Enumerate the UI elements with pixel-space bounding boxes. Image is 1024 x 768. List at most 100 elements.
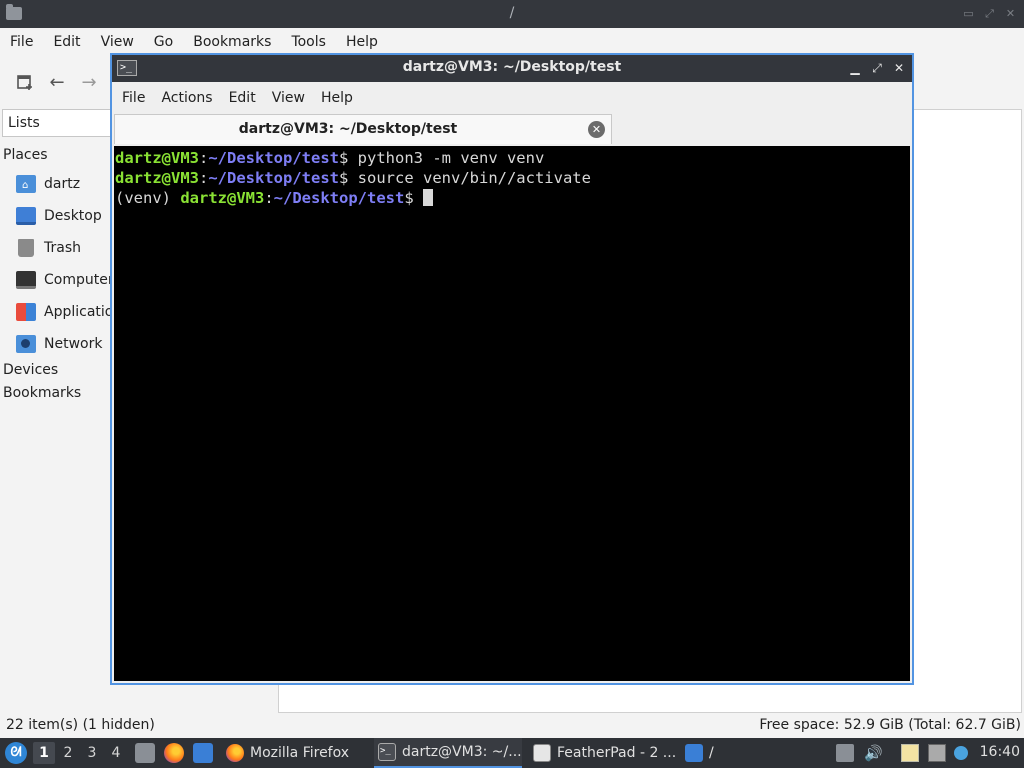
menu-bookmarks[interactable]: Bookmarks: [183, 30, 281, 54]
minimize-icon[interactable]: ▭: [961, 6, 976, 21]
item-count-status: 22 item(s) (1 hidden): [6, 717, 155, 733]
sidebar-item-label: Computer: [44, 272, 114, 288]
prompt-path: ~/Desktop/test: [208, 149, 339, 167]
prompt-user: dartz@VM3: [180, 189, 265, 207]
file-manager-toolbar: ← →: [0, 64, 102, 100]
terminal-menubar: File Actions Edit View Help: [112, 84, 912, 112]
menu-go[interactable]: Go: [144, 30, 183, 54]
terminal-line: (venv) dartz@VM3:~/Desktop/test$: [115, 188, 910, 208]
menu-view[interactable]: View: [91, 30, 144, 54]
firefox-launcher-icon[interactable]: [164, 743, 184, 763]
bookmarks-header[interactable]: Bookmarks: [3, 385, 81, 401]
task-terminal[interactable]: >_ dartz@VM3: ~/...: [374, 738, 522, 768]
prompt-user: dartz@VM3: [115, 149, 199, 167]
new-tab-icon[interactable]: [12, 69, 38, 95]
menu-tools[interactable]: Tools: [281, 30, 336, 54]
volume-icon[interactable]: 🔊: [864, 744, 883, 762]
terminal-line: dartz@VM3:~/Desktop/test$ python3 -m ven…: [115, 148, 910, 168]
desktop-icon: [16, 207, 36, 225]
menu-help[interactable]: Help: [336, 30, 388, 54]
terminal-tab-label: dartz@VM3: ~/Desktop/test: [238, 121, 458, 137]
taskbar: ᘛ 1 2 3 4 Mozilla Firefox >_ dartz@VM3: …: [0, 738, 1024, 768]
places-header[interactable]: Places: [3, 147, 48, 163]
start-menu-icon[interactable]: ᘛ: [5, 742, 27, 764]
task-label: dartz@VM3: ~/...: [402, 744, 522, 760]
prompt-symbol: $: [339, 149, 358, 167]
menu-file[interactable]: File: [0, 30, 43, 54]
prompt-separator: :: [264, 189, 274, 207]
desktop-launcher-icon[interactable]: [193, 743, 213, 763]
sidebar-item-label: Trash: [44, 240, 81, 256]
menu-actions[interactable]: Actions: [153, 84, 220, 112]
menu-edit[interactable]: Edit: [221, 84, 264, 112]
side-pane-mode-select[interactable]: Lists: [2, 109, 122, 137]
workspace-3[interactable]: 3: [81, 742, 103, 764]
devices-header[interactable]: Devices: [3, 362, 58, 378]
prompt-separator: :: [199, 149, 209, 167]
prompt-path: ~/Desktop/test: [208, 169, 339, 187]
featherpad-icon: [533, 744, 551, 762]
tray-arrow-icon[interactable]: [836, 744, 854, 762]
menu-edit[interactable]: Edit: [43, 30, 90, 54]
sidebar-item-trash[interactable]: Trash: [16, 236, 81, 260]
minimize-icon[interactable]: ▁: [846, 60, 864, 76]
venv-prefix: (venv): [115, 189, 181, 207]
task-label: Mozilla Firefox: [250, 745, 350, 761]
sidebar-item-dartz[interactable]: ⌂ dartz: [16, 172, 80, 196]
folder-icon: [685, 744, 703, 762]
terminal-window: >_ dartz@VM3: ~/Desktop/test ▁ ⤢ ✕ File …: [110, 53, 914, 685]
maximize-icon[interactable]: ⤢: [982, 6, 997, 21]
terminal-icon: >_: [378, 743, 396, 761]
command-text: python3 -m venv venv: [357, 149, 545, 167]
sidebar-item-label: dartz: [44, 176, 81, 192]
workspace-2[interactable]: 2: [57, 742, 79, 764]
text-cursor: [423, 189, 433, 206]
file-manager-titlebar[interactable]: / ▭ ⤢ ✕: [0, 0, 1024, 28]
task-label: /: [709, 745, 714, 761]
sidebar-item-label: Network: [44, 336, 103, 352]
file-manager-title: /: [509, 5, 515, 21]
workspace-1[interactable]: 1: [33, 742, 55, 764]
file-manager-launcher-icon[interactable]: [135, 743, 155, 763]
sidebar-item-label: Desktop: [44, 208, 102, 224]
clipboard-icon[interactable]: [901, 744, 919, 762]
applications-icon: [16, 303, 36, 321]
prompt-path: ~/Desktop/test: [273, 189, 405, 207]
terminal-titlebar[interactable]: >_ dartz@VM3: ~/Desktop/test ▁ ⤢ ✕: [112, 55, 912, 82]
maximize-icon[interactable]: ⤢: [868, 60, 886, 76]
task-file-manager[interactable]: /: [681, 738, 731, 768]
update-notifier-icon[interactable]: [954, 746, 968, 760]
prompt-symbol: $: [339, 169, 358, 187]
terminal-tabbar: dartz@VM3: ~/Desktop/test ✕: [112, 114, 912, 144]
workspace-4[interactable]: 4: [105, 742, 127, 764]
task-firefox[interactable]: Mozilla Firefox: [222, 738, 362, 768]
file-manager-menubar: File Edit View Go Bookmarks Tools Help: [0, 30, 388, 54]
firefox-icon: [226, 744, 244, 762]
terminal-tab[interactable]: dartz@VM3: ~/Desktop/test ✕: [114, 114, 612, 144]
sidebar-item-computer[interactable]: Computer: [16, 268, 114, 292]
prompt-user: dartz@VM3: [115, 169, 199, 187]
file-manager-statusbar: 22 item(s) (1 hidden) Free space: 52.9 G…: [0, 714, 1024, 738]
close-icon[interactable]: ✕: [1003, 6, 1018, 21]
forward-arrow-icon[interactable]: →: [76, 69, 102, 95]
terminal-line: dartz@VM3:~/Desktop/test$ source venv/bi…: [115, 168, 910, 188]
prompt-symbol: $: [404, 189, 423, 207]
trash-icon: [18, 239, 34, 257]
close-icon[interactable]: ✕: [890, 60, 908, 76]
close-tab-icon[interactable]: ✕: [588, 121, 605, 138]
task-label: FeatherPad - 2 ...: [557, 745, 677, 761]
back-arrow-icon[interactable]: ←: [44, 69, 70, 95]
menu-file[interactable]: File: [114, 84, 153, 112]
computer-icon: [16, 271, 36, 289]
network-tray-icon[interactable]: [928, 744, 946, 762]
prompt-separator: :: [199, 169, 209, 187]
home-folder-icon: ⌂: [16, 175, 36, 193]
task-featherpad[interactable]: FeatherPad - 2 ...: [529, 738, 677, 768]
sidebar-item-network[interactable]: Network: [16, 332, 102, 356]
menu-help[interactable]: Help: [313, 84, 361, 112]
menu-view[interactable]: View: [264, 84, 313, 112]
network-icon: [16, 335, 36, 353]
clock[interactable]: 16:40: [980, 744, 1020, 760]
sidebar-item-desktop[interactable]: Desktop: [16, 204, 102, 228]
terminal-screen[interactable]: dartz@VM3:~/Desktop/test$ python3 -m ven…: [114, 146, 910, 681]
